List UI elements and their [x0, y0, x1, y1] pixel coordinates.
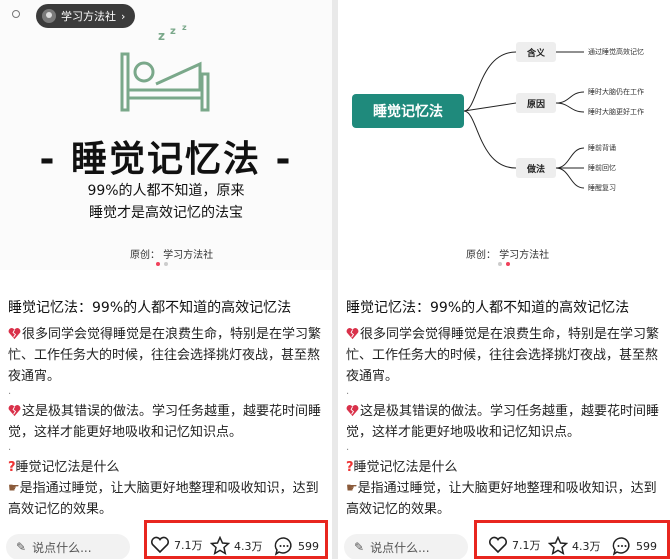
pencil-icon: ✎	[16, 540, 27, 554]
paragraph-3-text: 睡觉记忆法是什么	[15, 460, 120, 475]
separator-dot: .	[8, 442, 12, 453]
cover-subtitle-1: 99%的人都不知道，原来	[87, 183, 245, 199]
sleeping-bed-icon: z z z	[120, 24, 210, 112]
post-paragraph-3: ?睡觉记忆法是什么	[8, 457, 326, 478]
cover-image: 学习方法社 › z z z - 睡觉记忆法 - 99%的人都不知道，原来 睡觉才…	[0, 0, 332, 270]
mindmap-connectors	[463, 51, 585, 189]
post-panel-left: 学习方法社 › z z z - 睡觉记忆法 - 99%的人都不知道，原来 睡觉才…	[0, 0, 332, 559]
mindmap-credit: 原创： 学习方法社	[466, 250, 550, 261]
post-title: 睡觉记忆法：99%的人都不知道的高效记忆法	[346, 300, 630, 316]
post-paragraph-2: 这是极其错误的做法。学习任务越重，越要花时间睡觉，这样才能更好地吸收和记忆知识点…	[346, 401, 664, 443]
cover-title: - 睡觉记忆法 -	[39, 139, 293, 180]
mindmap-leaf: 通过睡觉高效记忆	[588, 48, 644, 56]
mindmap-leaf: 睡前回忆	[588, 164, 616, 172]
question-mark-icon: ?	[346, 460, 354, 475]
chevron-right-icon: ›	[121, 9, 126, 23]
paragraph-2-text: 这是极其错误的做法。学习任务越重，越要花时间睡觉，这样才能更好地吸收和记忆知识点…	[346, 404, 660, 440]
svg-text:z: z	[182, 24, 187, 32]
avatar	[42, 9, 56, 23]
cover-subtitle-2: 睡觉才是高效记忆的法宝	[89, 205, 243, 221]
post-paragraph-3: ?睡觉记忆法是什么	[346, 457, 664, 478]
pager-dot-active	[506, 262, 510, 266]
post-paragraph-1: 很多同学会觉得睡觉是在浪费生命，特别是在学习繁忙、工作任务大的时候，往往会选择挑…	[346, 324, 664, 387]
post-panel-right: 睡觉记忆法 含义 原因 做法 通过睡觉高效记忆 睡时大脑仍在工作 睡时大脑更好工…	[338, 0, 670, 559]
highlight-box	[144, 520, 328, 559]
paragraph-1-text: 很多同学会觉得睡觉是在浪费生命，特别是在学习繁忙、工作任务大的时候，往往会选择挑…	[346, 327, 660, 384]
svg-text:z: z	[170, 26, 176, 37]
mindmap-leaf: 睡醒复习	[588, 184, 616, 192]
comparison-screenshot: 学习方法社 › z z z - 睡觉记忆法 - 99%的人都不知道，原来 睡觉才…	[0, 0, 670, 559]
mindmap-branch-method: 做法	[516, 158, 556, 178]
broken-heart-icon	[8, 328, 21, 340]
status-dot-icon	[12, 10, 20, 18]
pointing-hand-icon: ☛	[8, 481, 20, 496]
mindmap-root: 睡觉记忆法	[352, 94, 464, 128]
mindmap-leaf: 睡前背诵	[588, 144, 616, 152]
post-paragraph-4: ☛是指通过睡觉，让大脑更好地整理和吸收知识，达到高效记忆的效果。	[8, 478, 326, 520]
paragraph-4-text: 是指通过睡觉，让大脑更好地整理和吸收知识，达到高效记忆的效果。	[8, 481, 319, 517]
comment-input[interactable]: ✎ 说点什么...	[6, 534, 130, 559]
broken-heart-icon	[346, 328, 359, 340]
post-body: 睡觉记忆法：99%的人都不知道的高效记忆法 很多同学会觉得睡觉是在浪费生命，特别…	[8, 298, 326, 520]
broken-heart-icon	[8, 405, 21, 417]
cover-credit: 原创： 学习方法社	[130, 250, 214, 261]
post-body: 睡觉记忆法：99%的人都不知道的高效记忆法 很多同学会觉得睡觉是在浪费生命，特别…	[346, 298, 664, 520]
paragraph-1-text: 很多同学会觉得睡觉是在浪费生命，特别是在学习繁忙、工作任务大的时候，往往会选择挑…	[8, 327, 322, 384]
question-mark-icon: ?	[8, 460, 16, 475]
broken-heart-icon	[346, 405, 359, 417]
highlight-box	[474, 520, 670, 559]
post-title: 睡觉记忆法：99%的人都不知道的高效记忆法	[8, 300, 292, 316]
pencil-icon: ✎	[354, 540, 365, 554]
comment-placeholder: 说点什么...	[32, 540, 92, 555]
comment-input[interactable]: ✎ 说点什么...	[344, 534, 468, 559]
image-pager	[156, 262, 168, 266]
paragraph-4-text: 是指通过睡觉，让大脑更好地整理和吸收知识，达到高效记忆的效果。	[346, 481, 657, 517]
mindmap-branch-reason: 原因	[516, 93, 556, 113]
paragraph-2-text: 这是极其错误的做法。学习任务越重，越要花时间睡觉，这样才能更好地吸收和记忆知识点…	[8, 404, 322, 440]
post-paragraph-2: 这是极其错误的做法。学习任务越重，越要花时间睡觉，这样才能更好地吸收和记忆知识点…	[8, 401, 326, 443]
image-pager	[498, 262, 510, 266]
post-paragraph-1: 很多同学会觉得睡觉是在浪费生命，特别是在学习繁忙、工作任务大的时候，往往会选择挑…	[8, 324, 326, 387]
separator-dot: .	[346, 386, 350, 397]
pager-dot	[164, 262, 168, 266]
pager-dot-active	[156, 262, 160, 266]
author-name: 学习方法社	[61, 10, 116, 23]
pointing-hand-icon: ☛	[346, 481, 358, 496]
post-paragraph-4: ☛是指通过睡觉，让大脑更好地整理和吸收知识，达到高效记忆的效果。	[346, 478, 664, 520]
mindmap-image: 睡觉记忆法 含义 原因 做法 通过睡觉高效记忆 睡时大脑仍在工作 睡时大脑更好工…	[338, 0, 670, 270]
separator-dot: .	[8, 386, 12, 397]
pager-dot	[498, 262, 502, 266]
mindmap-leaf: 睡时大脑更好工作	[588, 108, 644, 116]
paragraph-3-text: 睡觉记忆法是什么	[353, 460, 458, 475]
comment-placeholder: 说点什么...	[370, 540, 430, 555]
mindmap-branch-meaning: 含义	[516, 42, 556, 62]
separator-dot: .	[346, 442, 350, 453]
mindmap-leaf: 睡时大脑仍在工作	[588, 88, 644, 96]
svg-text:z: z	[158, 29, 165, 43]
